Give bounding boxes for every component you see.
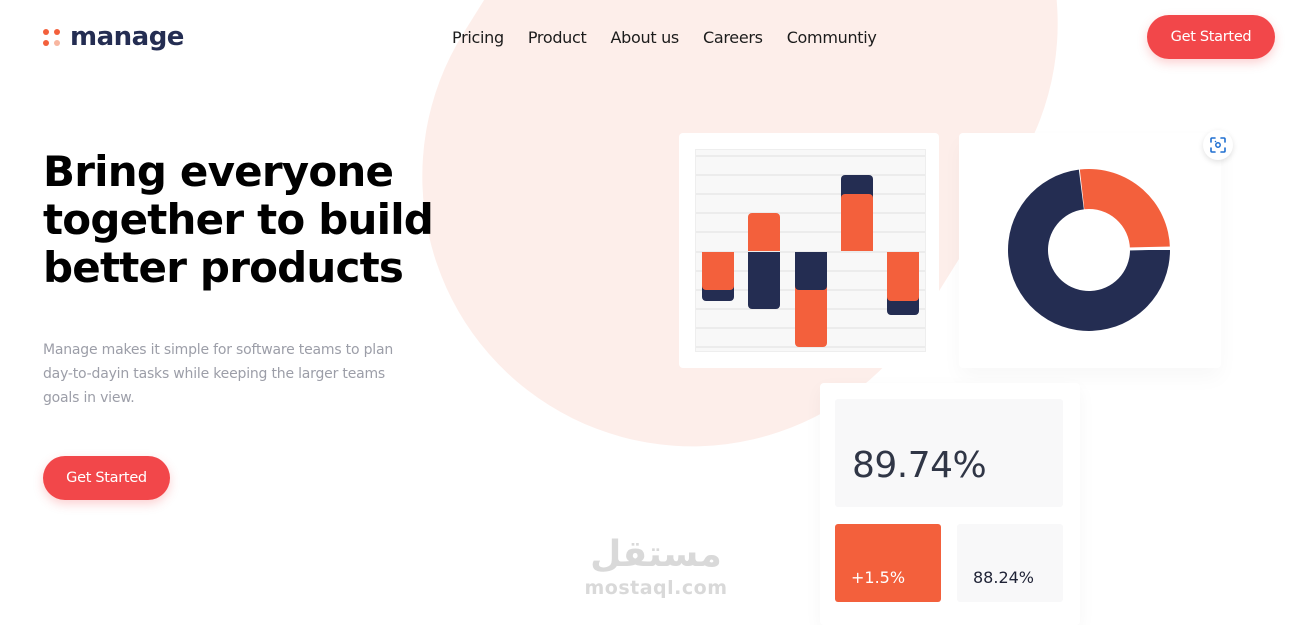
main-nav: Pricing Product About us Careers Communt…	[452, 27, 877, 49]
stat-previous-value: 88.24%	[973, 568, 1035, 587]
logo-dot	[43, 28, 49, 35]
nav-link-careers[interactable]: Careers	[703, 27, 763, 49]
stat-main-box: 89.74%	[835, 399, 1063, 507]
donut-separator	[1127, 246, 1173, 251]
bar-navy-2	[748, 251, 781, 309]
logo-dots-icon	[43, 28, 60, 46]
hero-title: Bring everyone together to build better …	[43, 147, 434, 292]
bar-orange-4	[840, 194, 873, 252]
bar-orange-5	[886, 251, 919, 302]
stat-previous-box: 88.24%	[957, 524, 1063, 602]
donut-slice-orange	[1079, 169, 1170, 250]
stat-main-value: 89.74%	[852, 445, 987, 486]
hero-description: Manage makes it simple for software team…	[43, 342, 394, 406]
logo-text: manage	[70, 22, 184, 52]
header-get-started-button[interactable]: Get Started	[1147, 15, 1275, 59]
watermark-arabic: مستقل	[590, 534, 722, 575]
bar-chart-plot	[695, 149, 926, 352]
bar-orange-1	[702, 251, 735, 290]
bar-chart-gridline	[696, 154, 925, 157]
nav-link-about-us[interactable]: About us	[611, 27, 680, 49]
nav-link-community[interactable]: Communtiy	[787, 27, 877, 49]
bar-chart-card	[679, 133, 939, 368]
stats-card: 89.74% +1.5% 88.24%	[820, 383, 1080, 625]
logo-dot	[54, 39, 60, 46]
donut-chart-card	[959, 133, 1221, 368]
logo[interactable]: manage	[43, 22, 184, 52]
scan-icon	[1210, 137, 1226, 153]
donut-chart	[1008, 169, 1173, 332]
hero-get-started-button[interactable]: Get Started	[43, 456, 170, 500]
nav-link-product[interactable]: Product	[528, 27, 587, 49]
scan-button[interactable]	[1203, 130, 1233, 160]
stat-change-box: +1.5%	[835, 524, 941, 602]
bar-chart-gridline	[696, 193, 925, 196]
logo-dot	[43, 39, 49, 46]
watermark: مستقل mostaql.com	[576, 533, 736, 599]
watermark-latin: mostaql.com	[584, 577, 728, 599]
bar-navy-3	[794, 251, 827, 290]
nav-link-pricing[interactable]: Pricing	[452, 27, 504, 49]
bar-chart-gridline	[696, 212, 925, 215]
bar-orange-2	[748, 213, 781, 252]
bar-chart-gridline	[696, 173, 925, 176]
stat-change-value: +1.5%	[851, 568, 906, 587]
logo-dot	[54, 28, 60, 35]
bar-chart-gridline	[696, 231, 925, 234]
